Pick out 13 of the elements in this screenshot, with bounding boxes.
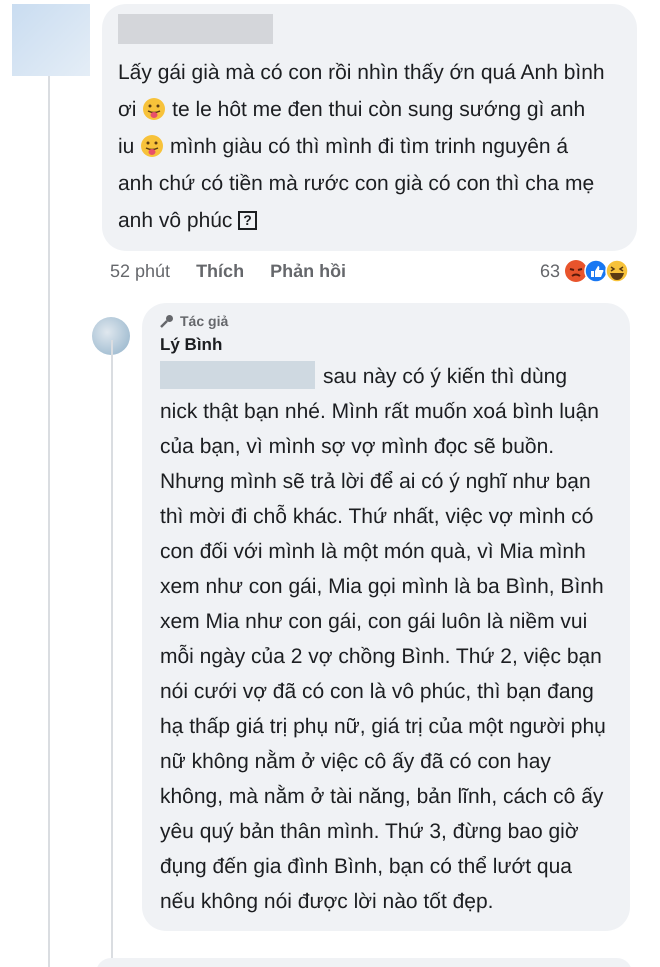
tongue-emoji-icon <box>142 97 166 121</box>
comment-text: Lấy gái già mà có con rồi nhìn thấy ớn quá Anh bình ơi te le hôt me đen thui còn sung sướng gì anh iu mình giàu có thì mình đi tìm trinh nguyên á anh chứ có tiền mà rước con già có con thì cha mẹ anh vô phúc ? <box>118 60 606 234</box>
reaction-count: 63 <box>540 260 560 282</box>
tongue-emoji-icon <box>140 134 164 158</box>
avatar[interactable] <box>92 317 130 355</box>
reply-text: sau này có ý kiến thì dùng nick thật bạn nhé. Mình rất muốn xoá bình luận của bạn, vì mình sợ vợ mình đọc sẽ buồn. Nhưng mình sẽ trả lời để ai có ý nghĩ như bạn thì mời đi chỗ khác. Thứ nhất, việc vợ mình có con đối với mình là một món quà, vì Mia mình xem như con gái, Mia gọi mình là ba Bình, Bình xem Mia như con gái, con gái luôn là niềm vui mỗi ngày của 2 vợ chồng Bình. Thứ 2, việc bạn nói cưới vợ đã có con là vô phúc, thì bạn đang hạ thấp giá trị phụ nữ, giá trị của một người phụ nữ không nằm ở việc cô ấy đã có con hay không, mà nằm ở tài năng, bản lĩnh, cách cô ấy yêu quý bản thân mình. Thứ 3, đừng bao giờ đụng đến gia đình Bình, bạn có thể lướt qua nếu không nói được lời nào tốt đẹp. <box>160 359 608 919</box>
reactions-icon <box>564 259 630 283</box>
microphone-icon <box>160 314 174 328</box>
like-link[interactable]: Thích <box>196 260 244 282</box>
author-name[interactable]: Lý Bình <box>160 335 608 355</box>
comment-time: 52 phút <box>110 260 170 282</box>
reply-link[interactable]: Phản hồi <box>270 260 346 282</box>
author-label: Tác giả <box>180 313 228 329</box>
